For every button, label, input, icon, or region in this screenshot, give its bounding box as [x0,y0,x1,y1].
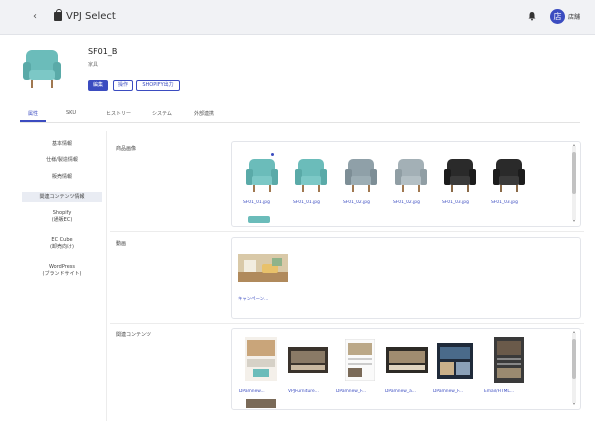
active-tab-indicator [20,120,46,122]
related-content-image-2[interactable] [288,347,328,373]
related-content-image-4[interactable] [386,347,428,373]
shopping-bag-icon [54,9,62,21]
tab-external[interactable]: 外部連携 [194,110,214,117]
sidenav-item-shopify[interactable]: Shopify (通販EC) [22,210,102,224]
user-name[interactable]: 店舗 [568,12,580,21]
sidenav-item-label: EC Cube [51,237,73,243]
section-divider [110,323,584,324]
image-caption[interactable]: SF01_01.jpg [243,200,283,205]
related-content-caption[interactable]: DPamnew_F... [336,389,382,394]
product-category: 家具 [88,62,99,68]
sidenav-item-basic[interactable]: 基本情報 [22,141,102,148]
sidenav-item-label: Shopify [52,210,72,216]
scroll-up-icon[interactable]: ▴ [572,143,576,147]
section-label-banner: 動画 [116,241,127,247]
scroll-down-icon[interactable]: ▾ [572,402,576,406]
sidenav-item-spec[interactable]: 仕様/製造情報 [22,157,102,164]
partial-next-row-image [246,399,276,408]
sidenav-item-sublabel: (卸売向け) [50,244,74,250]
bell-icon[interactable] [527,11,537,21]
product-images-panel: SF01_01.jpg SF01_01.jpg SF01_02.jpg SF01… [231,141,581,227]
image-caption[interactable]: SF01_02.jpg [343,200,383,205]
related-content-image-5[interactable] [437,343,473,379]
sidenav-item-wordpress[interactable]: WordPress (ブランドサイト) [22,264,102,278]
related-content-caption[interactable]: DPamnew... [239,389,283,394]
product-image-1[interactable] [244,156,280,196]
image-caption[interactable]: SF01_03.jpg [442,200,482,205]
scrollbar-thumb[interactable] [572,339,576,379]
sidenav-divider [106,131,107,421]
partial-next-row-image [248,216,270,223]
banner-caption[interactable]: キャンペーン... [238,296,298,302]
back-chevron-icon[interactable]: ‹ [33,11,37,22]
related-content-caption[interactable]: DPamnew_a... [385,389,431,394]
tab-system[interactable]: システム [152,110,172,117]
tab-bar: 属性 SKU ヒストリー システム 外部連携 [20,106,580,123]
product-thumbnail [20,46,64,92]
product-code: SF01_B [88,47,118,56]
banner-panel: キャンペーン... [231,237,581,319]
image-caption[interactable]: SF01_02.jpg [393,200,433,205]
edit-button[interactable]: 編集 [88,80,108,91]
tab-attributes[interactable]: 属性 [28,110,38,117]
sidenav-item-sublabel: (ブランドサイト) [42,271,82,277]
related-content-caption[interactable]: VPJFurniture... [288,389,332,394]
campaign-image[interactable] [238,254,288,282]
section-label-related-content: 関連コンテンツ [116,332,152,338]
related-content-image-3[interactable] [345,339,375,381]
sidenav-item-label: WordPress [48,264,75,270]
product-image-4[interactable] [393,156,429,196]
tab-history[interactable]: ヒストリー [106,110,131,117]
related-content-caption[interactable]: Email/HTML... [484,389,534,394]
operation-button[interactable]: 操作 [113,80,133,91]
sidenav-item-related[interactable]: 関連コンテンツ情報 [22,192,102,202]
scroll-down-icon[interactable]: ▾ [572,219,576,223]
product-image-6[interactable] [491,156,527,196]
top-bar: ‹ VPJ Select 店 店舗 [0,0,595,35]
related-content-panel: DPamnew... VPJFurniture... DPamnew_F... … [231,328,581,410]
avatar[interactable]: 店 [550,9,565,24]
product-image-2[interactable] [293,156,329,196]
tab-sku[interactable]: SKU [66,110,76,116]
image-caption[interactable]: SF01_03.jpg [491,200,531,205]
scrollbar-thumb[interactable] [572,152,576,194]
section-divider [110,231,584,232]
section-label-product-images: 商品画像 [116,146,137,152]
app-title: VPJ Select [66,11,116,22]
scroll-up-icon[interactable]: ▴ [572,330,576,334]
sidenav-item-sublabel: (通販EC) [51,217,73,223]
related-content-image-1[interactable] [245,337,277,381]
sidenav-item-sales[interactable]: 販売情報 [22,174,102,181]
sidenav-item-eccube[interactable]: EC Cube (卸売向け) [22,237,102,251]
shopify-export-button[interactable]: SHOPIFY出力 [136,80,180,91]
image-caption[interactable]: SF01_01.jpg [293,200,333,205]
related-content-caption[interactable]: DPamnew_F... [433,389,479,394]
related-content-image-6[interactable] [494,337,524,383]
product-image-5[interactable] [442,156,478,196]
product-image-3[interactable] [343,156,379,196]
